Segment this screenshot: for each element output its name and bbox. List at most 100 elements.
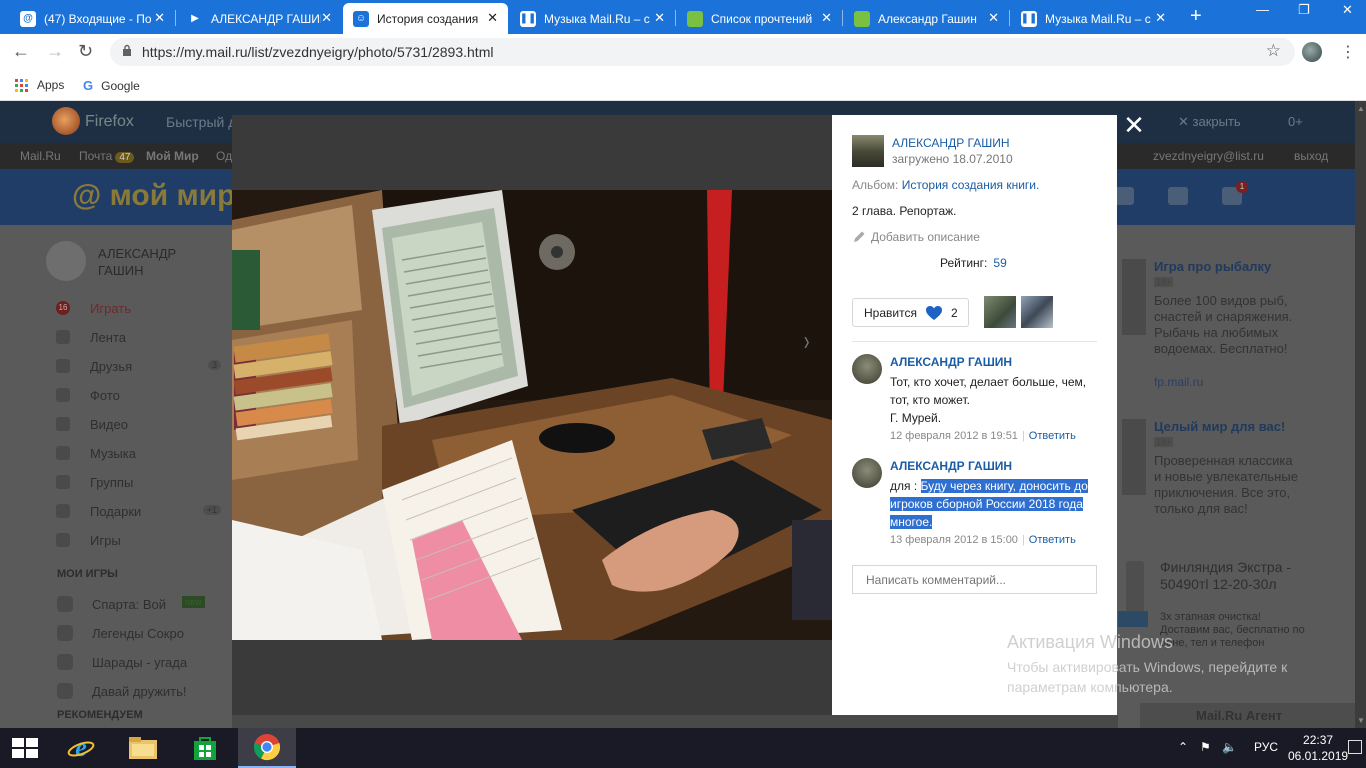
store-icon[interactable] xyxy=(176,728,234,768)
menu-item-label: Играть xyxy=(90,301,131,316)
tab-close-icon[interactable]: ✕ xyxy=(487,10,498,26)
album-link[interactable]: История создания книги. xyxy=(902,178,1040,192)
tab-title: Александр Гашин xyxy=(878,11,977,26)
nav-mailru[interactable]: Mail.Ru xyxy=(20,149,61,163)
rating-value[interactable]: 59 xyxy=(993,256,1006,270)
tab-close-icon[interactable]: ✕ xyxy=(821,10,832,26)
bookmark-star-icon[interactable]: ☆ xyxy=(1266,41,1281,61)
promo-close-label: закрыть xyxy=(1192,114,1241,129)
reload-icon[interactable]: ↻ xyxy=(78,41,93,62)
back-icon[interactable]: ← xyxy=(12,41,30,62)
tab-close-icon[interactable]: ✕ xyxy=(988,10,999,26)
sidebar-menu-item[interactable]: Видео xyxy=(56,415,221,444)
internet-explorer-icon[interactable]: e xyxy=(52,728,110,768)
nav-user-email[interactable]: zvezdnyeigry@list.ru xyxy=(1153,149,1264,163)
next-photo-chevron-icon[interactable]: › xyxy=(804,325,810,357)
liker-avatar[interactable] xyxy=(984,296,1016,328)
sidebar-menu-item[interactable]: Друзья 3 xyxy=(56,357,221,386)
sidebar-menu-item[interactable]: 16 Играть xyxy=(56,299,221,328)
add-description-link[interactable]: Добавить описание xyxy=(852,230,980,244)
close-window-button[interactable]: ✕ xyxy=(1342,2,1353,18)
action-center-icon[interactable] xyxy=(1348,740,1362,754)
menu-item-label: Подарки xyxy=(90,504,142,519)
browser-tab[interactable]: Список прочтений ✕ xyxy=(677,3,842,34)
sidebar-menu-item[interactable]: Музыка xyxy=(56,444,221,473)
browser-tab[interactable]: Александр Гашин ✕ xyxy=(844,3,1009,34)
profile-avatar[interactable] xyxy=(1302,42,1322,62)
like-button[interactable]: Нравится 2 xyxy=(852,298,969,327)
language-indicator[interactable]: РУС xyxy=(1254,740,1278,754)
address-bar[interactable]: https://my.mail.ru/list/zvezdnyeigry/pho… xyxy=(110,38,1295,66)
author-avatar[interactable] xyxy=(852,135,884,167)
promo-fishing-image xyxy=(1122,259,1146,335)
tab-favicon-icon: ❚❚ xyxy=(1021,10,1037,27)
close-viewer-icon[interactable]: ✕ xyxy=(1122,112,1146,138)
photo-image[interactable] xyxy=(232,190,832,640)
menu-item-label: Друзья xyxy=(90,359,133,374)
author-name-link[interactable]: АЛЕКСАНДР ГАШИН xyxy=(892,136,1010,150)
myworld-logo[interactable]: @ мой мир xyxy=(72,179,235,213)
flag-icon[interactable]: ⚑ xyxy=(1200,740,1211,754)
reply-link[interactable]: Ответить xyxy=(1029,534,1076,546)
file-explorer-icon[interactable] xyxy=(114,728,172,768)
upload-date: загружено 18.07.2010 xyxy=(892,152,1013,166)
tab-separator xyxy=(675,10,676,26)
forward-icon[interactable]: → xyxy=(46,41,64,62)
rating-label: Рейтинг: xyxy=(940,256,988,270)
liker-avatar[interactable] xyxy=(1021,296,1053,328)
nav-post[interactable]: Почта 47 xyxy=(79,149,135,163)
comment-author[interactable]: АЛЕКСАНДР ГАШИН xyxy=(890,355,1012,369)
browser-tab[interactable]: ❚❚ Музыка Mail.Ru – с ✕ xyxy=(1011,3,1176,34)
bookmark-apps[interactable]: Apps xyxy=(15,78,64,92)
browser-tab[interactable]: ❚❚ Музыка Mail.Ru – с ✕ xyxy=(510,3,675,34)
sidebar-menu-item[interactable]: Лента xyxy=(56,328,221,357)
browser-tab[interactable]: ▶ АЛЕКСАНДР ГАШИН ✕ xyxy=(177,3,342,34)
bookmark-google[interactable]: G Google xyxy=(83,78,140,93)
games-icon[interactable] xyxy=(1114,187,1134,205)
tab-close-icon[interactable]: ✕ xyxy=(654,10,665,26)
restore-button[interactable]: ❐ xyxy=(1298,2,1310,18)
sidebar-menu-item[interactable]: Подарки +1 xyxy=(56,502,221,531)
mailru-agent-bar[interactable]: Mail.Ru Агент xyxy=(1140,703,1360,728)
comment-avatar[interactable] xyxy=(852,458,882,488)
nav-logout[interactable]: выход xyxy=(1294,149,1328,163)
minimize-button[interactable]: — xyxy=(1256,2,1269,17)
product-button[interactable] xyxy=(1118,611,1148,627)
promo-link[interactable]: fp.mail.ru xyxy=(1154,375,1203,389)
comment-avatar[interactable] xyxy=(852,354,882,384)
bookmark-apps-label: Apps xyxy=(37,78,65,92)
recommended-title: РЕКОМЕНДУЕМ xyxy=(57,709,143,721)
tab-close-icon[interactable]: ✕ xyxy=(321,10,332,26)
sidebar-menu-item[interactable]: Фото xyxy=(56,386,221,415)
menu-kebab-icon[interactable]: ⋮ xyxy=(1340,42,1356,62)
nav-myworld[interactable]: Мой Мир xyxy=(146,149,199,163)
page-scrollbar[interactable]: ▲ ▼ xyxy=(1355,101,1366,728)
menu-item-label: Группы xyxy=(90,475,134,490)
comment-author[interactable]: АЛЕКСАНДР ГАШИН xyxy=(890,459,1012,473)
browser-tab[interactable]: ☺ История создания ✕ xyxy=(343,3,508,34)
promo-age: 18+ xyxy=(1154,277,1174,287)
tray-expand-icon[interactable]: ⌃ xyxy=(1178,740,1188,754)
volume-icon[interactable]: 🔈 xyxy=(1222,740,1237,754)
heart-icon xyxy=(925,305,942,320)
taskbar-clock[interactable]: 22:37 06.01.2019 xyxy=(1288,732,1348,764)
promo-close[interactable]: ✕ закрыть xyxy=(1178,114,1241,130)
reply-link[interactable]: Ответить xyxy=(1029,430,1076,442)
windows-start-icon[interactable] xyxy=(12,738,38,758)
comment-input[interactable] xyxy=(852,565,1097,594)
new-tab-button[interactable]: + xyxy=(1190,5,1202,28)
messages-icon[interactable] xyxy=(1168,187,1188,205)
sidebar-menu: 16 Играть Лента Друзья 3 Фото Видео Музыка Групп… xyxy=(56,299,221,560)
sidebar-menu-item[interactable]: Группы xyxy=(56,473,221,502)
chrome-icon[interactable] xyxy=(238,728,296,768)
sidebar-menu-item[interactable]: Игры xyxy=(56,531,221,560)
promo-counter: 0+ xyxy=(1288,114,1303,129)
nav-od[interactable]: Од xyxy=(216,149,232,163)
tab-close-icon[interactable]: ✕ xyxy=(1155,10,1166,26)
browser-tab[interactable]: @ (47) Входящие - По ✕ xyxy=(10,3,175,34)
comment-text: для : Буду через книгу, доносить до игро… xyxy=(890,477,1098,531)
scroll-up-icon[interactable]: ▲ xyxy=(1357,104,1365,113)
scroll-down-icon[interactable]: ▼ xyxy=(1357,716,1365,725)
pencil-icon xyxy=(854,231,865,242)
tab-close-icon[interactable]: ✕ xyxy=(154,10,165,26)
